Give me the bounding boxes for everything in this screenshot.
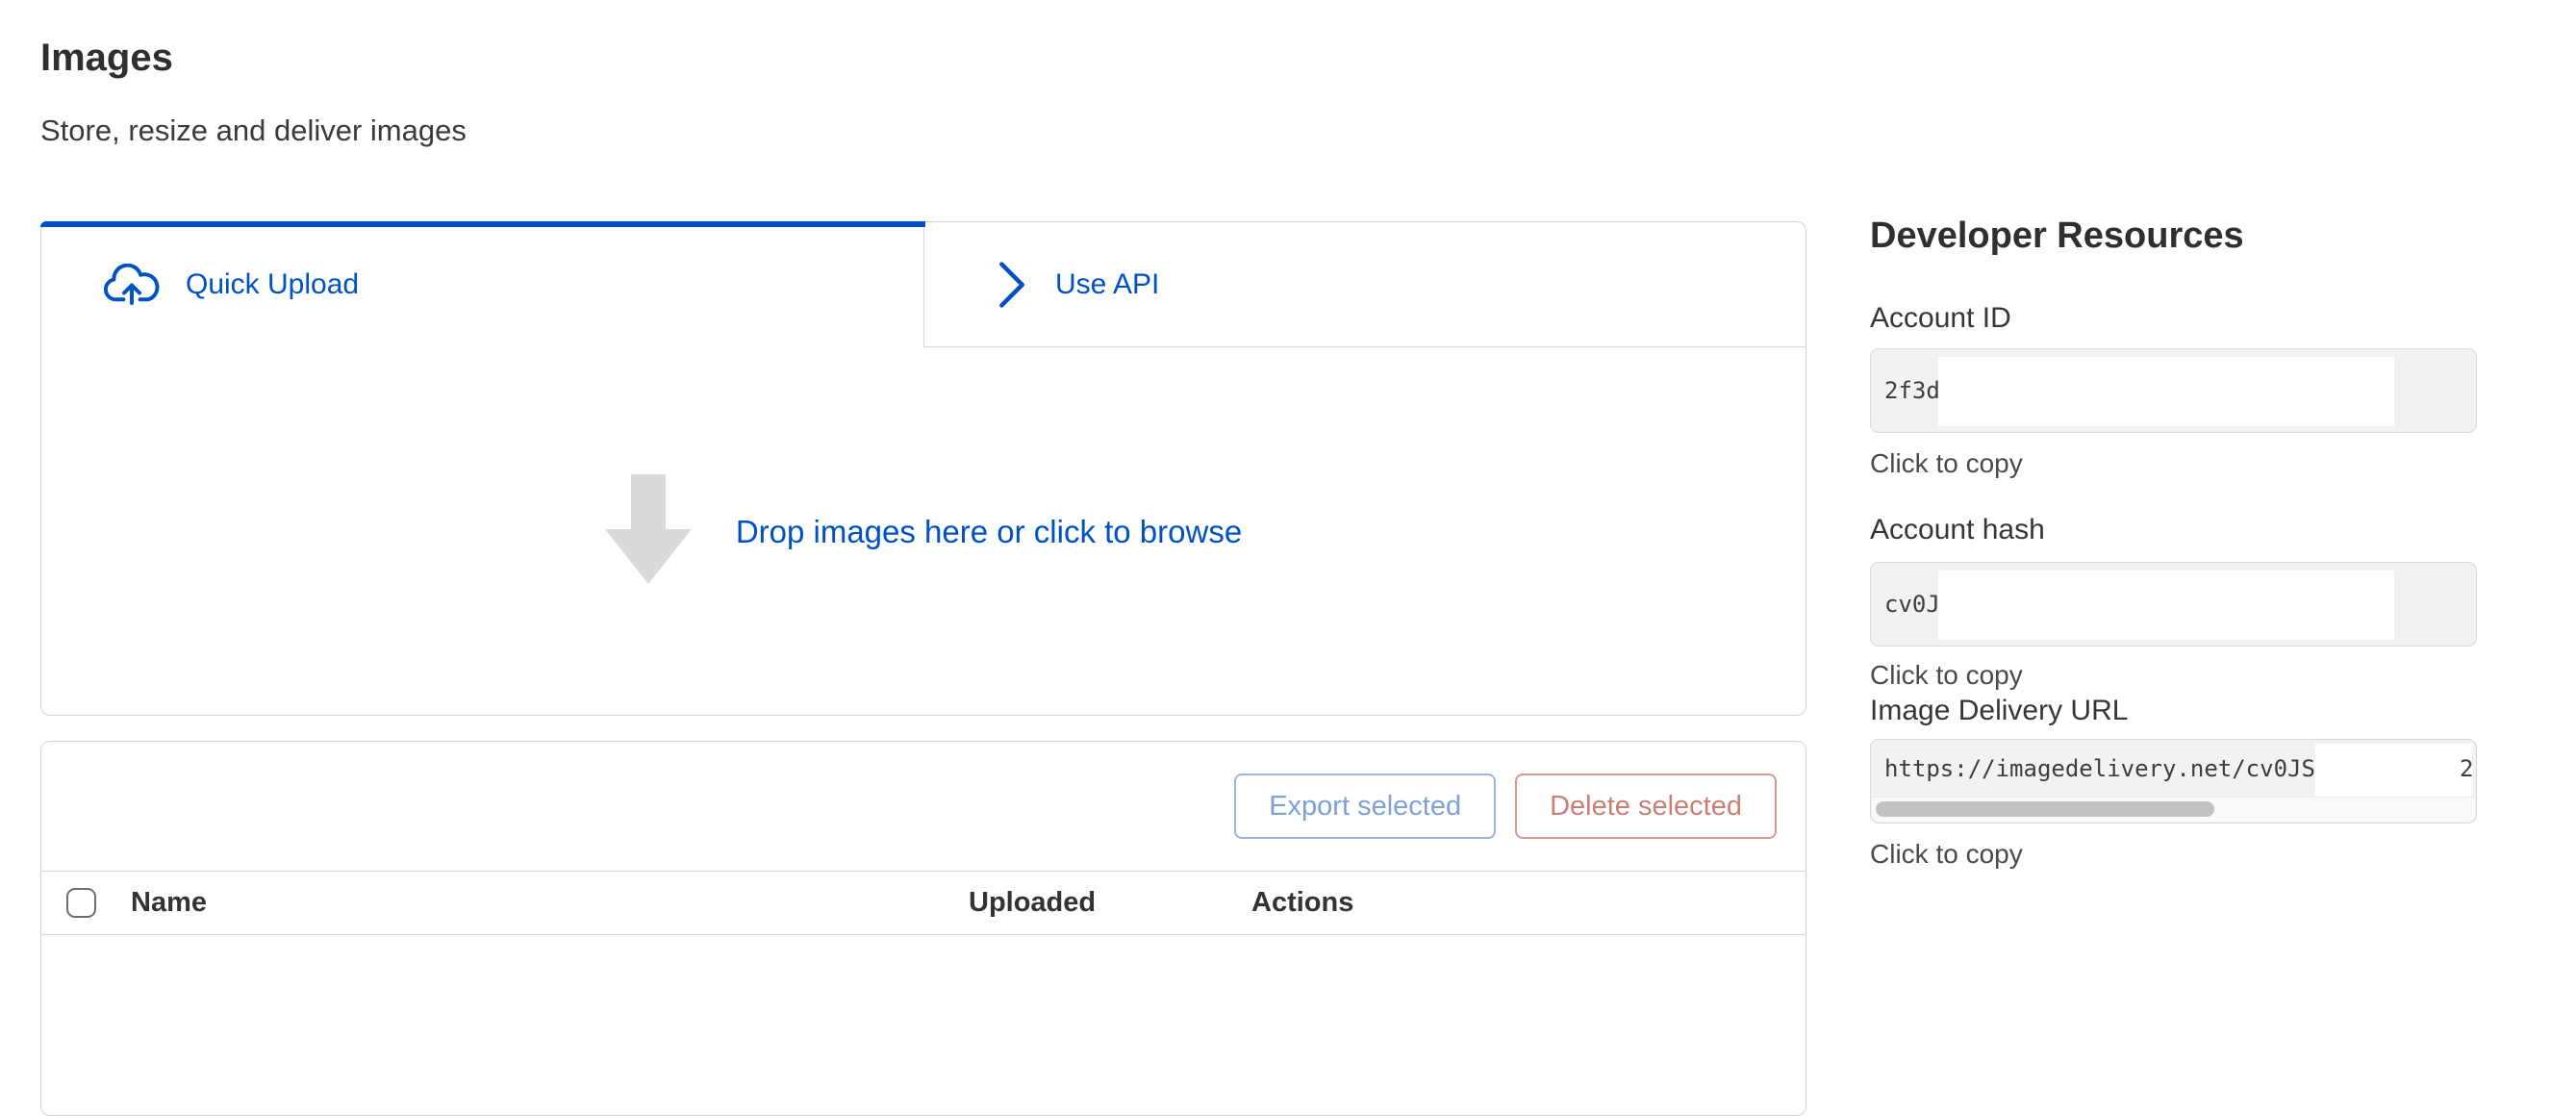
delivery-url-label: Image Delivery URL [1870, 695, 2477, 727]
account-hash-copy-hint: Click to copy [1870, 660, 2477, 691]
delivery-url-value: https://imagedelivery.net/cv0JSj [1884, 740, 2329, 798]
account-id-value: 2f3d [1884, 349, 1940, 432]
delete-selected-button[interactable]: Delete selected [1515, 774, 1777, 839]
column-header-name: Name [131, 887, 969, 919]
account-id-redaction [1938, 357, 2394, 426]
tabstrip: Quick Upload Use API [41, 222, 1806, 347]
column-header-uploaded: Uploaded [969, 887, 1251, 919]
delivery-url-field[interactable]: https://imagedelivery.net/cv0JSj 2 [1870, 739, 2477, 824]
table-header-row: Name Uploaded Actions [41, 872, 1806, 935]
account-id-label: Account ID [1870, 302, 2477, 335]
select-all-checkbox[interactable] [66, 888, 96, 918]
account-id-copy-hint: Click to copy [1870, 448, 2477, 479]
developer-resources-title: Developer Resources [1870, 216, 2244, 257]
column-header-actions: Actions [1251, 887, 1806, 919]
upload-panel: Quick Upload Use API Drop images here or… [40, 221, 1806, 716]
active-tab-indicator [40, 221, 925, 227]
cloud-upload-icon [101, 264, 163, 307]
account-hash-label: Account hash [1870, 514, 2477, 546]
image-table-panel: Export selected Delete selected Name Upl… [40, 741, 1806, 1116]
page-title: Images [40, 37, 173, 80]
tab-quick-upload-label: Quick Upload [186, 268, 359, 301]
horizontal-scrollbar-thumb[interactable] [1876, 801, 2214, 817]
account-hash-redaction [1938, 571, 2394, 640]
page-subtitle: Store, resize and deliver images [40, 114, 467, 148]
tab-use-api[interactable]: Use API [924, 222, 1806, 347]
delivery-url-tail: 2 [2460, 740, 2473, 798]
account-hash-value: cv0J [1884, 563, 1940, 646]
dropzone[interactable]: Drop images here or click to browse [41, 347, 1806, 716]
arrow-down-icon [605, 474, 692, 590]
delivery-url-copy-hint: Click to copy [1870, 839, 2477, 870]
account-id-field[interactable]: 2f3d [1870, 348, 2477, 433]
export-selected-button[interactable]: Export selected [1234, 774, 1496, 839]
tab-quick-upload[interactable]: Quick Upload [41, 222, 924, 347]
dropzone-label: Drop images here or click to browse [736, 514, 1242, 550]
chevron-right-icon [998, 260, 1026, 310]
table-toolbar: Export selected Delete selected [41, 742, 1806, 872]
horizontal-scrollbar-track[interactable] [1872, 797, 2475, 822]
delivery-url-redaction [2315, 744, 2472, 797]
account-hash-field[interactable]: cv0J [1870, 562, 2477, 647]
tab-use-api-label: Use API [1055, 268, 1159, 301]
